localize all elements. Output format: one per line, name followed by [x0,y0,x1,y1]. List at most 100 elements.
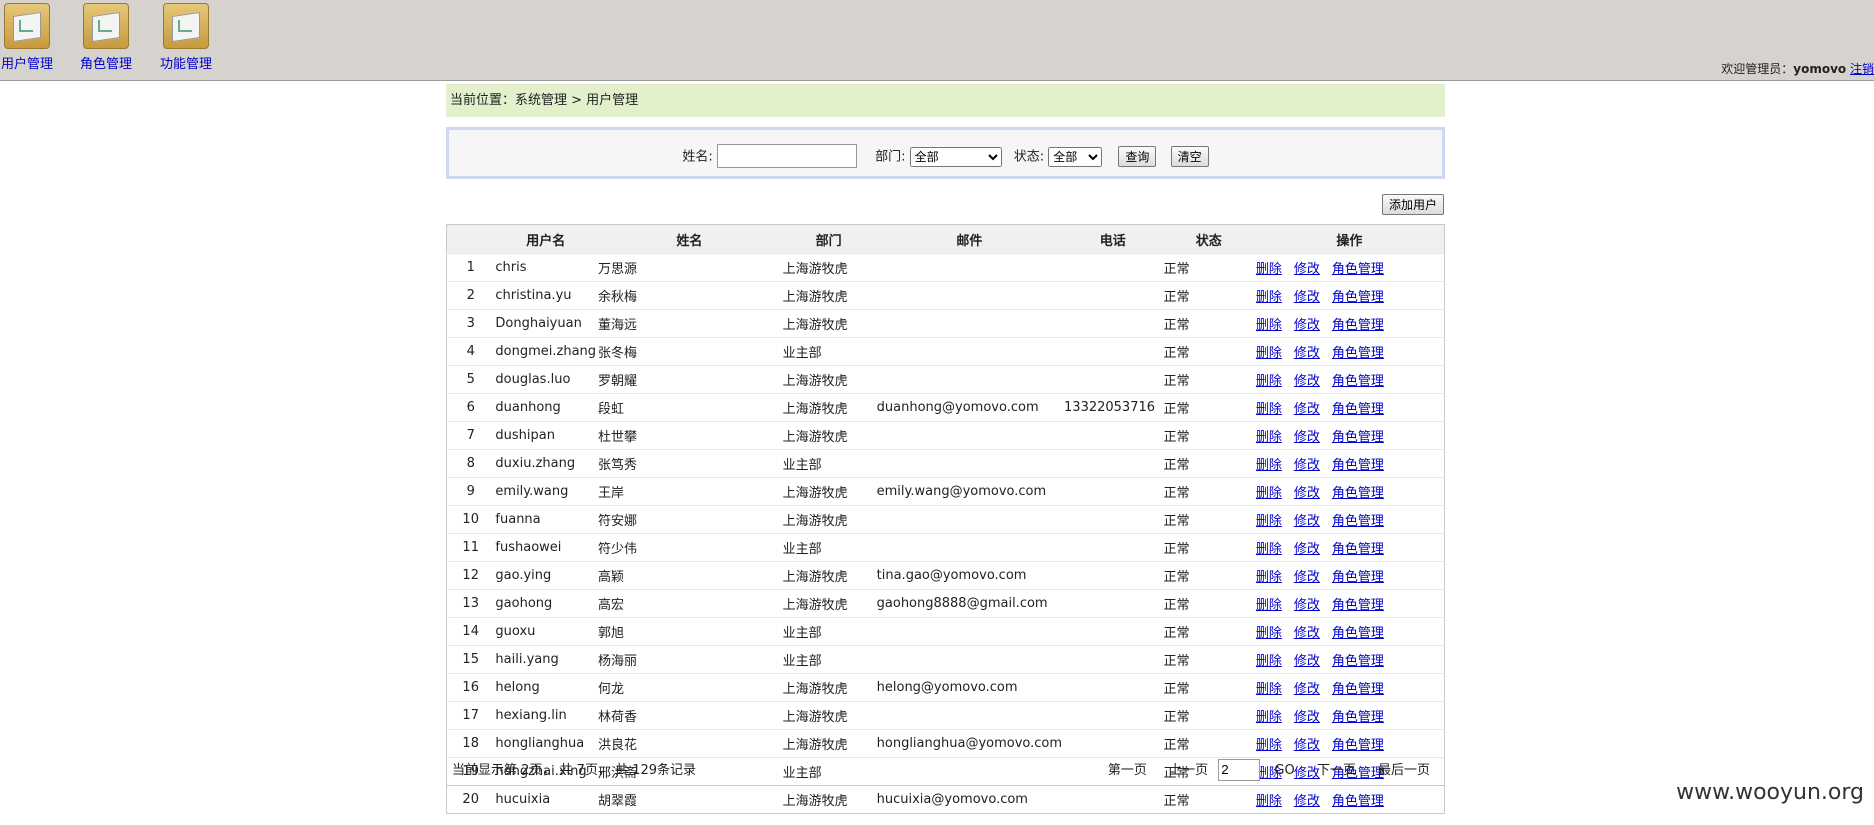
row-index: 15 [446,645,495,674]
col-header-dept: 部门 [781,224,876,254]
delete-link[interactable]: 删除 [1256,262,1282,277]
edit-link[interactable]: 修改 [1294,290,1320,305]
dept-label: 部门: [875,149,906,165]
role-management-link[interactable]: 角色管理 [1332,430,1384,445]
actions-cell: 删除 修改 角色管理 [1254,393,1445,422]
nav-function-management[interactable]: 功能管理 [146,3,226,72]
watermark: www.wooyun.org [1676,780,1864,805]
name-search-input[interactable] [716,144,857,168]
actions-cell: 删除 修改 角色管理 [1254,589,1445,618]
delete-link[interactable]: 删除 [1256,654,1282,669]
role-management-link[interactable]: 角色管理 [1332,570,1384,585]
row-index: 5 [446,365,495,394]
delete-link[interactable]: 删除 [1256,738,1282,753]
edit-link[interactable]: 修改 [1294,486,1320,501]
phone-cell [1063,253,1163,282]
edit-link[interactable]: 修改 [1294,570,1320,585]
delete-link[interactable]: 删除 [1256,318,1282,333]
edit-link[interactable]: 修改 [1294,626,1320,641]
delete-link[interactable]: 删除 [1256,626,1282,641]
edit-link[interactable]: 修改 [1294,710,1320,725]
status-cell: 正常 [1162,505,1255,534]
edit-link[interactable]: 修改 [1294,542,1320,557]
nav-role-management[interactable]: 角色管理 [66,3,146,72]
role-management-link[interactable]: 角色管理 [1332,318,1384,333]
dept-select[interactable]: 全部 [909,146,1002,167]
email-cell [875,645,1064,674]
email-cell: honglianghua@yomovo.com [875,729,1064,758]
role-management-link[interactable]: 角色管理 [1332,374,1384,389]
first-page-button[interactable]: 第一页 [1108,763,1147,778]
current-user: yomovo [1793,62,1847,76]
edit-link[interactable]: 修改 [1294,374,1320,389]
pagination-bar: 当前显示第 2页， 共 7页， 共 129条记录 第一页 上一页 GO 下一页 … [446,756,1445,786]
role-management-link[interactable]: 角色管理 [1332,654,1384,669]
role-management-link[interactable]: 角色管理 [1332,682,1384,697]
delete-link[interactable]: 删除 [1256,598,1282,613]
role-management-link[interactable]: 角色管理 [1332,262,1384,277]
edit-link[interactable]: 修改 [1294,346,1320,361]
delete-link[interactable]: 删除 [1256,542,1282,557]
status-cell: 正常 [1162,281,1255,310]
role-management-link[interactable]: 角色管理 [1332,346,1384,361]
table-row: 17 hexiang.lin 林荷香 上海游牧虎 正常 删除 修改 角色管理 [446,701,1445,730]
delete-link[interactable]: 删除 [1256,346,1282,361]
add-user-button[interactable]: 添加用户 [1382,194,1445,215]
next-page-button[interactable]: 下一页 [1317,763,1356,778]
clear-button[interactable]: 清空 [1170,145,1209,167]
actions-cell: 删除 修改 角色管理 [1254,533,1445,562]
role-management-link[interactable]: 角色管理 [1332,738,1384,753]
status-select[interactable]: 全部 [1048,146,1103,167]
role-management-link[interactable]: 角色管理 [1332,458,1384,473]
role-management-link[interactable]: 角色管理 [1332,794,1384,809]
edit-link[interactable]: 修改 [1294,738,1320,753]
delete-link[interactable]: 删除 [1256,374,1282,389]
edit-link[interactable]: 修改 [1294,458,1320,473]
status-cell: 正常 [1162,393,1255,422]
email-cell [875,309,1064,338]
dept-cell: 上海游牧虎 [781,393,876,422]
role-management-link[interactable]: 角色管理 [1332,514,1384,529]
role-management-link[interactable]: 角色管理 [1332,542,1384,557]
role-management-link[interactable]: 角色管理 [1332,626,1384,641]
edit-link[interactable]: 修改 [1294,598,1320,613]
role-management-link[interactable]: 角色管理 [1332,402,1384,417]
delete-link[interactable]: 删除 [1256,290,1282,305]
page-number-input[interactable] [1218,758,1261,781]
prev-page-button[interactable]: 上一页 [1169,763,1208,778]
search-button[interactable]: 查询 [1118,145,1157,167]
delete-link[interactable]: 删除 [1256,430,1282,445]
edit-link[interactable]: 修改 [1294,682,1320,697]
nav-label: 功能管理 [159,57,212,72]
role-management-link[interactable]: 角色管理 [1332,486,1384,501]
edit-link[interactable]: 修改 [1294,514,1320,529]
nav-user-management[interactable]: 用户管理 [0,3,67,72]
table-row: 14 guoxu 郭旭 业主部 正常 删除 修改 角色管理 [446,617,1445,646]
role-management-link[interactable]: 角色管理 [1332,290,1384,305]
go-button[interactable]: GO [1274,763,1294,778]
edit-link[interactable]: 修改 [1294,318,1320,333]
delete-link[interactable]: 删除 [1256,486,1282,501]
delete-link[interactable]: 删除 [1256,402,1282,417]
folder-chart-icon [4,3,50,49]
delete-link[interactable]: 删除 [1256,794,1282,809]
edit-link[interactable]: 修改 [1294,430,1320,445]
edit-link[interactable]: 修改 [1294,654,1320,669]
delete-link[interactable]: 删除 [1256,570,1282,585]
username-cell: guoxu [494,617,598,646]
delete-link[interactable]: 删除 [1256,458,1282,473]
email-cell: helong@yomovo.com [875,673,1064,702]
last-page-button[interactable]: 最后一页 [1378,763,1430,778]
role-management-link[interactable]: 角色管理 [1332,710,1384,725]
email-cell [875,505,1064,534]
role-management-link[interactable]: 角色管理 [1332,598,1384,613]
edit-link[interactable]: 修改 [1294,262,1320,277]
edit-link[interactable]: 修改 [1294,794,1320,809]
delete-link[interactable]: 删除 [1256,682,1282,697]
delete-link[interactable]: 删除 [1256,514,1282,529]
delete-link[interactable]: 删除 [1256,710,1282,725]
logout-link[interactable]: 注销 [1850,62,1874,76]
email-cell [875,533,1064,562]
phone-cell: 13322053716 [1063,393,1163,422]
edit-link[interactable]: 修改 [1294,402,1320,417]
